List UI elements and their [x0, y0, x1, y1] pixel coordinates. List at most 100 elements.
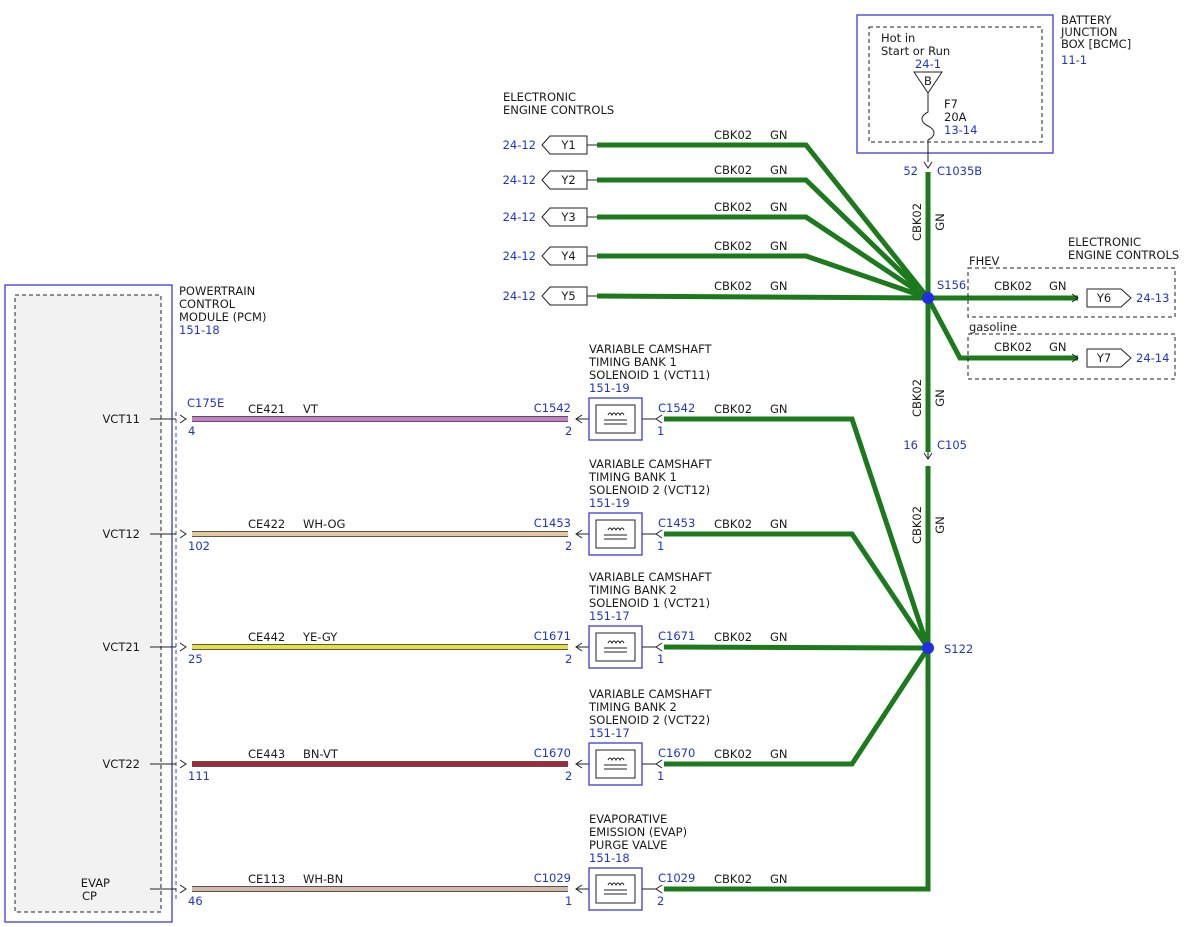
fhev-ref: 24-13	[1136, 291, 1169, 305]
pcm-wire-color-4: WH-BN	[303, 872, 343, 886]
comp-title-b-0: TIMING BANK 1	[588, 355, 677, 369]
pcm-pin-label-3: VCT22	[102, 757, 140, 771]
splice-s122	[922, 642, 934, 654]
comp-conn-left-4: C1029	[534, 871, 571, 885]
pcm-wire-color-3: BN-VT	[303, 747, 339, 761]
gasoline-ref: 24-14	[1136, 351, 1169, 365]
offpage-tag-y4-label: Y4	[560, 249, 575, 263]
pcm-ref: 151-18	[179, 323, 220, 337]
wire-vct22-ground	[664, 646, 931, 767]
pcm-pin-arrow-3	[179, 759, 187, 769]
gn-circuit-1: CBK02	[714, 517, 752, 531]
fuse-symbol	[921, 93, 935, 162]
comp-title-b-2: TIMING BANK 2	[588, 583, 677, 597]
gn-color-2: GN	[770, 630, 788, 644]
comp-conn-right-4: C1029	[658, 871, 695, 885]
eec-top-title-line1: ELECTRONIC	[503, 90, 576, 104]
eec-right-title-line2: ENGINE CONTROLS	[1068, 248, 1179, 262]
pcm-pin-number-1: 102	[188, 539, 210, 553]
wiring-diagram: BATTERYJUNCTIONBOX [BCMC]11-1Hot inStart…	[4, 13, 1179, 923]
pcm-pin-arrow-1	[179, 529, 187, 539]
pcm-pin-label-4b: CP	[82, 889, 97, 903]
comp-title-a-1: VARIABLE CAMSHAFT	[589, 457, 713, 471]
gn-color-1: GN	[770, 517, 788, 531]
vertical-wire-circuit-c: CBK02	[910, 506, 924, 544]
c1035b-pin: 52	[903, 164, 918, 178]
splice-s156	[922, 292, 934, 304]
gasoline-circuit: CBK02	[994, 340, 1032, 354]
solenoid-icon-2	[595, 632, 636, 662]
pcm-inner	[14, 294, 162, 913]
c105-pin: 16	[903, 438, 918, 452]
y-color-4: GN	[770, 239, 788, 253]
comp-title-a-4: EVAPORATIVE	[589, 812, 667, 826]
comp-title-a-2: VARIABLE CAMSHAFT	[589, 570, 713, 584]
pcm-wire-color-2: YE-GY	[302, 630, 338, 644]
comp-pin-left-1: 2	[565, 539, 572, 553]
solenoid-icon-3	[595, 749, 636, 779]
gasoline-label: gasoline	[969, 320, 1017, 334]
comp-pin-left-0: 2	[565, 424, 572, 438]
solenoid-icon-4	[595, 874, 636, 904]
wire-y5	[596, 293, 929, 301]
offpage-tag-y5-label: Y5	[560, 289, 575, 303]
y-ref-4: 24-12	[503, 249, 536, 263]
comp-conn-right-2: C1671	[658, 629, 695, 643]
fuse-ref: 13-14	[944, 123, 977, 137]
comp-title-b-4: EMISSION (EVAP)	[589, 825, 687, 839]
vertical-wire-color-a: GN	[933, 213, 947, 231]
hot-in-line2: Start or Run	[881, 44, 950, 58]
pcm-wire-circuit-3: CE443	[248, 747, 285, 761]
y-ref-3: 24-12	[503, 210, 536, 224]
pcm-wire-color-0: VT	[303, 402, 319, 416]
comp-title-c-3: SOLENOID 2 (VCT22)	[589, 713, 710, 727]
pcm-title-line3: MODULE (PCM)	[179, 310, 266, 324]
pcm-pin-label-2: VCT21	[102, 640, 140, 654]
y-color-1: GN	[770, 128, 788, 142]
y-circuit-3: CBK02	[714, 200, 752, 214]
comp-title-c-2: SOLENOID 1 (VCT21)	[589, 596, 710, 610]
pcm-pin-number-3: 111	[188, 769, 210, 783]
gn-circuit-3: CBK02	[714, 747, 752, 761]
comp-conn-right-0: C1542	[658, 401, 695, 415]
eec-top-title-line2: ENGINE CONTROLS	[503, 103, 614, 117]
comp-arrow-right-0	[655, 414, 663, 424]
comp-conn-left-3: C1670	[534, 746, 571, 760]
hot-in-line1: Hot in	[881, 31, 915, 45]
comp-pin-left-4: 1	[565, 894, 572, 908]
wire-vct12-ground	[664, 531, 931, 650]
comp-arrow-right-1	[655, 529, 663, 539]
comp-conn-left-1: C1453	[534, 516, 571, 530]
y-color-3: GN	[770, 200, 788, 214]
hot-in-ref: 24-1	[915, 57, 941, 71]
pcm-pin-label-0: VCT11	[102, 412, 140, 426]
y-ref-1: 24-12	[503, 138, 536, 152]
power-bus-label: B	[924, 74, 932, 88]
bjb-ref: 11-1	[1061, 53, 1087, 67]
comp-ref-3: 151-17	[589, 726, 630, 740]
wire-evap-ground	[664, 648, 931, 892]
pcm-pin-arrow-4	[179, 884, 187, 894]
vertical-wire-color-b: GN	[933, 389, 947, 407]
gn-color-3: GN	[770, 747, 788, 761]
offpage-tag-y3-label: Y3	[560, 210, 575, 224]
y-ref-5: 24-12	[503, 289, 536, 303]
fhev-circuit: CBK02	[994, 279, 1032, 293]
comp-title-a-3: VARIABLE CAMSHAFT	[589, 687, 713, 701]
comp-arrow-right-2	[655, 642, 663, 652]
fhev-label: FHEV	[969, 254, 1000, 268]
fuse-label: F7	[944, 97, 958, 111]
comp-conn-right-3: C1670	[658, 746, 695, 760]
pcm-wire-circuit-1: CE422	[248, 517, 285, 531]
solenoid-icon-1	[595, 519, 636, 549]
solenoid-icon-0	[595, 404, 636, 434]
gn-circuit-2: CBK02	[714, 630, 752, 644]
gn-circuit-0: CBK02	[714, 402, 752, 416]
comp-pin-right-2: 1	[657, 652, 664, 666]
comp-title-c-4: PURGE VALVE	[589, 838, 667, 852]
comp-pin-right-1: 1	[657, 539, 664, 553]
comp-ref-4: 151-18	[589, 851, 630, 865]
y-color-5: GN	[770, 279, 788, 293]
comp-title-a-0: VARIABLE CAMSHAFT	[589, 342, 713, 356]
fuse-rating: 20A	[944, 110, 967, 124]
